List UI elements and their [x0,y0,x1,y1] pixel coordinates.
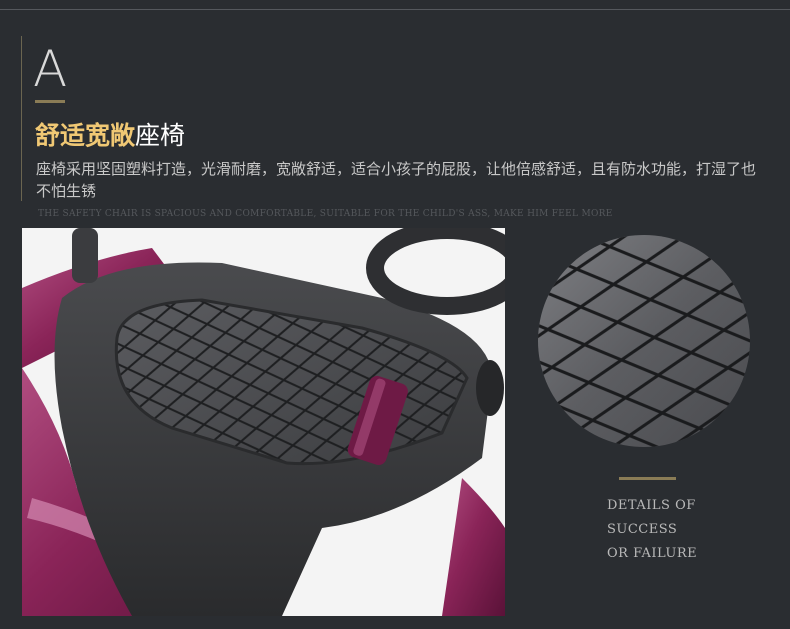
vertical-accent-line [21,36,22,201]
seat-detail-zoom [538,235,750,447]
details-line-1: DETAILS OF [607,498,696,513]
section-heading: 舒适宽敞座椅 [35,120,185,152]
section-description: 座椅采用坚固塑料打造，光滑耐磨，宽敞舒适，适合小孩子的屁股，让他倍感舒适，且有防… [36,160,757,200]
details-line-3: OR FAILURE [607,546,698,561]
details-line-2: SUCCESS [607,522,678,537]
seat-product-photo [22,228,505,616]
top-divider [0,9,790,10]
heading-rest: 座椅 [135,121,186,150]
details-divider [619,477,676,480]
details-caption: DETAILS OF SUCCESS OR FAILURE [607,494,697,566]
section-letter: A [33,40,69,98]
english-caption: THE SAFETY CHAIR IS SPACIOUS AND COMFORT… [38,209,613,219]
heading-highlight: 舒适宽敞 [35,121,136,150]
section-underline [35,100,65,103]
